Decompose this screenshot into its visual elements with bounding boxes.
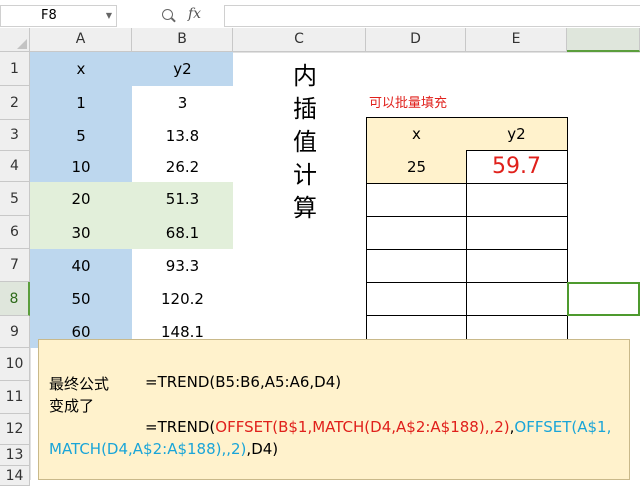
cell-a4[interactable]: 10 [30, 151, 132, 182]
cell-e8[interactable] [466, 282, 568, 316]
row-header-1[interactable]: 1 [0, 52, 30, 86]
formula-comment-box[interactable]: 最终公式 =TREND(B5:B6,A5:A6,D4) 变成了 =TREND(O… [38, 339, 630, 480]
active-cell-f8[interactable] [567, 282, 640, 316]
formula-input[interactable] [224, 5, 640, 27]
became-label: 变成了 [49, 397, 95, 415]
cell-b7[interactable]: 93.3 [132, 249, 233, 282]
expanded-formula: =TREND(OFFSET(B$1,MATCH(D4,A$2:A$188),,2… [49, 416, 619, 460]
cell-b8[interactable]: 120.2 [132, 282, 233, 316]
cell-d4[interactable]: 25 [366, 150, 467, 184]
row-header-7[interactable]: 7 [0, 249, 30, 282]
cell-b4[interactable]: 26.2 [132, 151, 233, 182]
cell-e9[interactable] [466, 315, 568, 341]
cell-b2[interactable]: 3 [132, 86, 233, 120]
column-header-d[interactable]: D [366, 28, 466, 52]
cell-d3[interactable]: x [366, 117, 467, 151]
column-header-a[interactable]: A [30, 28, 132, 52]
cell-d9[interactable] [366, 315, 467, 341]
title-char: 插 [293, 95, 317, 123]
title-char: 内 [293, 62, 317, 90]
final-formula-text: =TREND(B5:B6,A5:A6,D4) [145, 373, 342, 391]
title-char: 算 [293, 194, 317, 222]
chevron-down-icon[interactable]: ▼ [106, 6, 112, 26]
row-header-14[interactable]: 14 [0, 466, 30, 486]
formula-part-offset-a-cont: MATCH(D4,A$2:A$188),,2) [49, 440, 247, 458]
cell-b5[interactable]: 51.3 [132, 182, 233, 216]
cell-d8[interactable] [366, 282, 467, 316]
formula-part: =TREND( [145, 418, 216, 436]
row-header-8[interactable]: 8 [0, 282, 30, 316]
row-header-4[interactable]: 4 [0, 151, 30, 182]
column-header-b[interactable]: B [132, 28, 233, 52]
cell-a6[interactable]: 30 [30, 216, 132, 249]
name-box-value: F8 [41, 8, 57, 23]
row-header-11[interactable]: 11 [0, 381, 30, 414]
row-header-6[interactable]: 6 [0, 216, 30, 249]
row-header-10[interactable]: 10 [0, 348, 30, 381]
cell-b6[interactable]: 68.1 [132, 216, 233, 249]
cell-d5[interactable] [366, 183, 467, 217]
cell-b3[interactable]: 13.8 [132, 120, 233, 151]
formula-part: ,D4) [246, 440, 279, 458]
cell-a3[interactable]: 5 [30, 120, 132, 151]
cell-b1[interactable]: y2 [132, 52, 233, 86]
batch-fill-note: 可以批量填充 [369, 96, 448, 111]
cell-e7[interactable] [466, 249, 568, 283]
row-header-5[interactable]: 5 [0, 182, 30, 216]
final-formula-label: 最终公式 [49, 375, 110, 393]
title-char: 计 [293, 161, 317, 189]
row-header-9[interactable]: 9 [0, 316, 30, 348]
cell-a2[interactable]: 1 [30, 86, 132, 120]
row-header-3[interactable]: 3 [0, 120, 30, 151]
cell-e4-result[interactable]: 59.7 [466, 150, 568, 184]
column-header-c[interactable]: C [233, 28, 366, 52]
formula-tools: fx [122, 5, 224, 27]
column-header-e[interactable]: E [466, 28, 567, 52]
formula-part-offset-b: OFFSET(B$1,MATCH(D4,A$2:A$188),,2) [215, 418, 510, 436]
title-char: 值 [293, 128, 317, 156]
cell-d7[interactable] [366, 249, 467, 283]
cell-e6[interactable] [466, 216, 568, 250]
cell-e5[interactable] [466, 183, 568, 217]
column-header-f[interactable] [567, 28, 640, 52]
cell-a5[interactable]: 20 [30, 182, 132, 216]
formula-part-offset-a: OFFSET(A$1, [514, 418, 612, 436]
cell-e3[interactable]: y2 [466, 117, 568, 151]
select-all-button[interactable] [0, 28, 30, 52]
cell-d6[interactable] [366, 216, 467, 250]
row-header-12[interactable]: 12 [0, 414, 30, 445]
row-header-2[interactable]: 2 [0, 86, 30, 120]
cell-a7[interactable]: 40 [30, 249, 132, 282]
function-icon[interactable]: fx [188, 6, 201, 22]
name-box[interactable]: F8 ▼ [0, 5, 117, 27]
row-header-13[interactable]: 13 [0, 445, 30, 466]
cell-a1[interactable]: x [30, 52, 132, 86]
zoom-icon[interactable] [162, 9, 173, 20]
cell-a8[interactable]: 50 [30, 282, 132, 316]
vertical-title: 内 插 值 计 算 [283, 60, 327, 225]
